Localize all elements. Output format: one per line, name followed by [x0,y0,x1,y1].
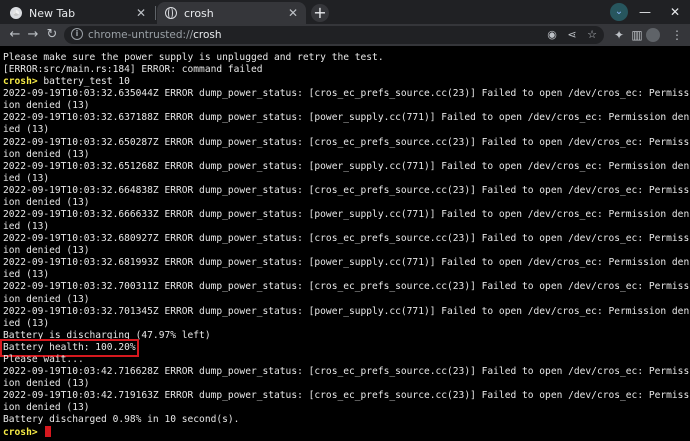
terminal-text: battery_test 10 [37,76,130,88]
terminal-text: Battery discharged 0.98% in 10 second(s)… [3,414,240,426]
terminal-text: 2022-09-19T10:03:32.666633Z ERROR dump_p… [3,209,690,221]
text-cursor [45,426,52,438]
terminal-text: Battery is discharging (47.97% left) [3,329,211,341]
terminal-text: ied (13) [3,317,50,329]
terminal-text: ied (13) [3,221,50,233]
url-text[interactable]: chrome-untrusted://crosh [88,28,222,42]
terminal-line: ion denied (13) [3,402,690,414]
terminal-line: 2022-09-19T10:03:32.701345Z ERROR dump_p… [3,306,690,318]
terminal-text: 2022-09-19T10:03:32.681993Z ERROR dump_p… [3,257,690,269]
terminal-line: ion denied (13) [3,294,690,306]
terminal-line: 2022-09-19T10:03:32.650287Z ERROR dump_p… [3,137,690,149]
terminal-text: ion denied (13) [3,293,90,305]
chrome-icon [10,7,22,19]
menu-kebab-icon[interactable]: ⋮ [668,26,686,44]
close-tab-icon[interactable]: ✕ [286,6,300,20]
terminal-text: ion denied (13) [3,100,90,112]
terminal-line: 2022-09-19T10:03:32.680927Z ERROR dump_p… [3,233,690,245]
tab-title: crosh [184,6,214,20]
tab-search-icon[interactable]: ⌄ [610,3,628,21]
terminal-line: 2022-09-19T10:03:42.719163Z ERROR dump_p… [3,390,690,402]
terminal-text: 2022-09-19T10:03:32.650287Z ERROR dump_p… [3,136,690,148]
terminal-line: ion denied (13) [3,149,690,161]
browser-toolbar: ← → ↻ i chrome-untrusted://crosh ◉ ⋖ ☆ ✦… [0,24,690,46]
terminal-text: 2022-09-19T10:03:32.700311Z ERROR dump_p… [3,281,690,293]
battery-health-highlight: Battery health: 100.20% [0,338,139,357]
terminal-text: ied (13) [3,269,50,281]
terminal-text: 2022-09-19T10:03:32.680927Z ERROR dump_p… [3,233,690,245]
terminal-line: ied (13) [3,269,690,281]
reload-icon[interactable]: ↻ [43,26,61,44]
back-icon[interactable]: ← [6,26,24,44]
terminal-line: 2022-09-19T10:03:32.635044Z ERROR dump_p… [3,88,690,100]
terminal-text: ied (13) [3,124,50,136]
new-tab-button[interactable]: + [311,4,329,22]
extensions-icon[interactable]: ✦ [610,26,628,44]
url-scheme: chrome-untrusted:// [88,29,194,41]
close-tab-icon[interactable]: ✕ [134,6,148,20]
terminal-line: 2022-09-19T10:03:32.637188Z ERROR dump_p… [3,112,690,124]
terminal-line: ied (13) [3,173,690,185]
tab-title: New Tab [29,6,76,20]
forward-icon[interactable]: → [24,26,42,44]
terminal-line: Please make sure the power supply is unp… [3,52,690,64]
terminal-line: Please wait... [3,354,690,366]
tab-strip: New Tab ✕ crosh ✕ + ⌄ — ✕ [0,0,690,24]
terminal-line: Battery discharged 0.98% in 10 second(s)… [3,414,690,426]
profile-avatar[interactable] [646,28,660,42]
terminal-line: [ERROR:src/main.rs:184] ERROR: command f… [3,64,690,76]
crosh-terminal[interactable]: Please make sure the power supply is unp… [0,46,690,441]
address-bar[interactable]: i chrome-untrusted://crosh ◉ ⋖ ☆ [64,26,604,44]
terminal-text: ion denied (13) [3,378,90,390]
terminal-text: 2022-09-19T10:03:32.635044Z ERROR dump_p… [3,88,690,100]
globe-icon [165,6,177,19]
tab-new-tab[interactable]: New Tab ✕ [2,2,154,24]
terminal-line: 2022-09-19T10:03:32.664838Z ERROR dump_p… [3,185,690,197]
terminal-text: ion denied (13) [3,148,90,160]
terminal-text: ion denied (13) [3,196,90,208]
terminal-text: Please wait... [3,353,84,365]
terminal-line: ied (13) [3,221,690,233]
tab-crosh[interactable]: crosh ✕ [157,2,306,24]
info-icon[interactable]: i [71,28,83,40]
terminal-text: 2022-09-19T10:03:32.701345Z ERROR dump_p… [3,305,690,317]
url-host: crosh [193,29,222,41]
close-window-icon[interactable]: ✕ [666,2,684,22]
terminal-text: Please make sure the power supply is unp… [3,52,384,63]
eye-icon[interactable]: ◉ [544,27,560,43]
terminal-text: 2022-09-19T10:03:42.716628Z ERROR dump_p… [3,366,690,378]
terminal-text: [ERROR:src/main.rs:184] ERROR: command f… [3,64,263,76]
terminal-line: ion denied (13) [3,197,690,209]
shell-prompt: crosh> [3,76,38,88]
terminal-text: 2022-09-19T10:03:32.651268Z ERROR dump_p… [3,160,690,172]
bookmark-star-icon[interactable]: ☆ [584,27,600,43]
terminal-text: 2022-09-19T10:03:42.719163Z ERROR dump_p… [3,390,690,402]
minimize-icon[interactable]: — [636,2,654,22]
terminal-line: 2022-09-19T10:03:32.700311Z ERROR dump_p… [3,281,690,293]
terminal-line: ion denied (13) [3,100,690,112]
terminal-line: ion denied (13) [3,245,690,257]
terminal-line: ied (13) [3,124,690,136]
share-icon[interactable]: ⋖ [564,27,580,43]
terminal-line: 2022-09-19T10:03:32.651268Z ERROR dump_p… [3,161,690,173]
terminal-text: ied (13) [3,172,50,184]
terminal-text: 2022-09-19T10:03:32.637188Z ERROR dump_p… [3,112,690,124]
terminal-text: 2022-09-19T10:03:32.664838Z ERROR dump_p… [3,184,690,196]
terminal-text: ion denied (13) [3,402,90,414]
terminal-line: Battery health: 100.20% [0,338,690,357]
terminal-line: ion denied (13) [3,378,690,390]
terminal-line: 2022-09-19T10:03:32.681993Z ERROR dump_p… [3,257,690,269]
terminal-line: crosh> [3,426,690,438]
shell-prompt: crosh> [3,427,38,439]
terminal-line: crosh> battery_test 10 [3,76,690,88]
terminal-text: ion denied (13) [3,245,90,257]
terminal-line: 2022-09-19T10:03:32.666633Z ERROR dump_p… [3,209,690,221]
terminal-line: 2022-09-19T10:03:42.716628Z ERROR dump_p… [3,366,690,378]
side-panel-icon[interactable]: ▥ [628,26,646,44]
terminal-line: ied (13) [3,318,690,330]
tab-separator [155,6,156,20]
terminal-line: Battery is discharging (47.97% left) [3,330,690,342]
